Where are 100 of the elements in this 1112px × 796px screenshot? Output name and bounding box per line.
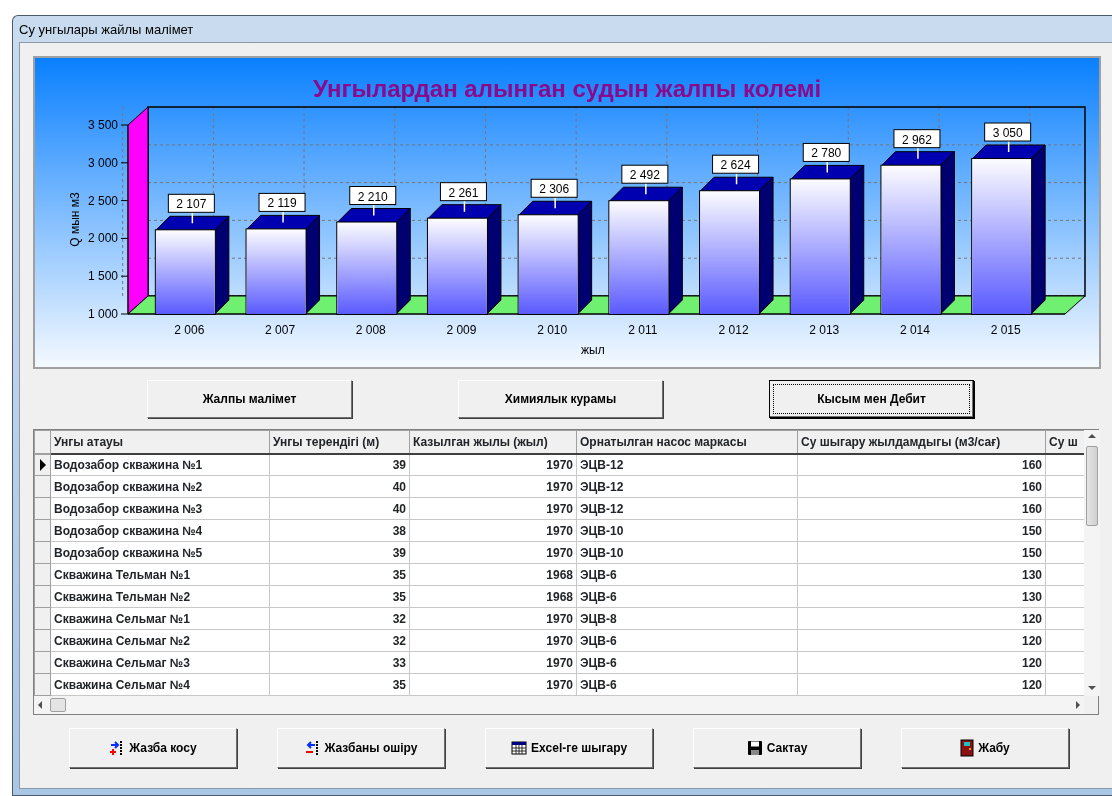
view-button[interactable]: Химиялык курамы bbox=[458, 380, 663, 418]
table-cell: 1968 bbox=[409, 563, 577, 586]
data-label: 2 962 bbox=[901, 132, 933, 147]
data-label: 2 624 bbox=[720, 158, 751, 173]
value-label: 2 306 bbox=[530, 178, 578, 209]
column-header[interactable]: Су шыгару жылдамдыгы (м3/сағ) bbox=[797, 430, 1046, 454]
table-cell: ЭЦВ-6 bbox=[576, 563, 798, 586]
scroll-left-icon[interactable] bbox=[38, 701, 42, 709]
table-cell: Водозабор скважина №2 bbox=[50, 475, 270, 498]
table-cell: 39 bbox=[269, 453, 410, 476]
axis-tick-label: 3 500 bbox=[87, 118, 118, 132]
table-cell: Водозабор скважина №1 bbox=[50, 453, 270, 476]
table-cell: 160 bbox=[797, 453, 1046, 476]
data-label: 2 780 bbox=[811, 146, 842, 161]
scroll-thumb[interactable] bbox=[1086, 446, 1098, 526]
table-cell: 35 bbox=[269, 585, 410, 608]
table-cell: 150 bbox=[797, 541, 1046, 564]
table-cell: ЭЦВ-10 bbox=[576, 519, 798, 542]
action-button[interactable]: Excel-ге шыгару bbox=[485, 728, 653, 768]
data-label: 2 107 bbox=[176, 197, 207, 212]
column-header[interactable]: Унгы терендігі (м) bbox=[269, 430, 410, 454]
value-label: 2 780 bbox=[802, 142, 850, 174]
door-icon bbox=[960, 739, 975, 757]
value-label: 2 107 bbox=[167, 193, 215, 225]
data-label: 2 306 bbox=[539, 182, 570, 197]
table-cell: Скважина Тельман №1 bbox=[50, 563, 270, 586]
table-cell: Водозабор скважина №4 bbox=[50, 519, 270, 542]
action-button[interactable]: Сактау bbox=[693, 728, 861, 768]
column-header[interactable]: Унгы атауы bbox=[50, 430, 270, 454]
table-cell: ЭЦВ-12 bbox=[576, 497, 798, 520]
table-cell: ЭЦВ-12 bbox=[576, 475, 798, 498]
table-cell: 35 bbox=[269, 563, 410, 586]
table-cell: ЭЦВ-6 bbox=[576, 629, 798, 652]
row-indicator[interactable] bbox=[34, 453, 51, 476]
data-label: 2 210 bbox=[357, 189, 389, 204]
table-cell: 130 bbox=[797, 563, 1046, 586]
scroll-up-icon[interactable] bbox=[1088, 434, 1096, 438]
table-cell: 35 bbox=[269, 673, 410, 696]
table-cell: Скважина Сельмаг №2 bbox=[50, 629, 270, 652]
horizontal-scrollbar[interactable] bbox=[34, 696, 1084, 714]
table-cell: Водозабор скважина №3 bbox=[50, 497, 270, 520]
data-label: 2 261 bbox=[448, 185, 479, 200]
action-button[interactable]: Жазбаны ошіру bbox=[277, 728, 445, 768]
action-button[interactable]: Жабу bbox=[901, 728, 1069, 768]
table-cell: ЭЦВ-8 bbox=[576, 607, 798, 630]
scroll-thumb[interactable] bbox=[50, 698, 66, 712]
table-cell: ЭЦВ-10 bbox=[576, 541, 798, 564]
axis-tick-label: 2 007 bbox=[265, 323, 296, 337]
table-cell: 1970 bbox=[409, 629, 577, 652]
value-label: 2 261 bbox=[439, 182, 487, 213]
table-cell: Скважина Сельмаг №4 bbox=[50, 673, 270, 696]
value-label: 2 624 bbox=[712, 154, 760, 185]
remove-row-icon bbox=[304, 740, 321, 756]
action-button[interactable]: Жазба косу bbox=[69, 728, 237, 768]
axis-tick-label: 2 008 bbox=[355, 323, 386, 337]
table-cell: 33 bbox=[269, 651, 410, 674]
table-cell: 120 bbox=[797, 607, 1046, 630]
table-cell: 150 bbox=[797, 519, 1046, 542]
scroll-down-icon[interactable] bbox=[1088, 686, 1096, 690]
table-cell: 1970 bbox=[409, 475, 577, 498]
table-cell: 1968 bbox=[409, 585, 577, 608]
axis-tick-label: 2 014 bbox=[899, 323, 930, 337]
data-label: 3 050 bbox=[992, 126, 1023, 141]
data-label: 2 119 bbox=[267, 196, 297, 211]
axis-tick-label: 2 000 bbox=[87, 231, 118, 246]
table-cell: 160 bbox=[797, 497, 1046, 520]
value-label: 2 119 bbox=[258, 192, 306, 224]
table-cell: Водозабор скважина №5 bbox=[50, 541, 270, 564]
column-header[interactable]: Су ш bbox=[1045, 430, 1084, 454]
table-cell: Скважина Тельман №2 bbox=[50, 585, 270, 608]
spreadsheet-icon bbox=[510, 740, 527, 756]
table-cell: ЭЦВ-12 bbox=[576, 453, 798, 476]
axis-tick-label: 1 500 bbox=[87, 269, 118, 284]
table-cell: 1970 bbox=[409, 519, 577, 542]
table-cell: 32 bbox=[269, 607, 410, 630]
table-cell: 1970 bbox=[409, 673, 577, 696]
axis-tick-label: 2 500 bbox=[87, 193, 118, 208]
table-cell: 1970 bbox=[409, 497, 577, 520]
view-button[interactable]: Жалпы малімет bbox=[147, 380, 352, 418]
scroll-right-icon[interactable] bbox=[1076, 701, 1080, 709]
axis-tick-label: 2 013 bbox=[809, 323, 840, 337]
table-cell: ЭЦВ-6 bbox=[576, 651, 798, 674]
table-cell: Скважина Сельмаг №3 bbox=[50, 651, 270, 674]
table-cell: 32 bbox=[269, 629, 410, 652]
table-cell: 40 bbox=[269, 475, 410, 498]
table-cell: 120 bbox=[797, 673, 1046, 696]
table-cell: ЭЦВ-6 bbox=[576, 585, 798, 608]
table-cell: 1970 bbox=[409, 651, 577, 674]
axis-title: жыл bbox=[581, 343, 605, 357]
axis-tick-label: 2 012 bbox=[718, 323, 749, 337]
column-header[interactable]: Орнатылган насос маркасы bbox=[576, 430, 798, 454]
value-label: 3 050 bbox=[984, 122, 1032, 153]
chart-title: Унгылардан алынган судын жалпы колемі bbox=[312, 75, 822, 102]
axis-tick-label: 2 011 bbox=[628, 323, 658, 337]
axis-tick-label: 2 009 bbox=[446, 323, 477, 337]
vertical-scrollbar[interactable] bbox=[1084, 430, 1100, 696]
axis-tick-label: 2 015 bbox=[990, 323, 1021, 337]
table-cell: 38 bbox=[269, 519, 410, 542]
column-header[interactable]: Казылган жылы (жыл) bbox=[409, 430, 577, 454]
view-button[interactable]: Кысым мен Дебит bbox=[769, 380, 974, 418]
